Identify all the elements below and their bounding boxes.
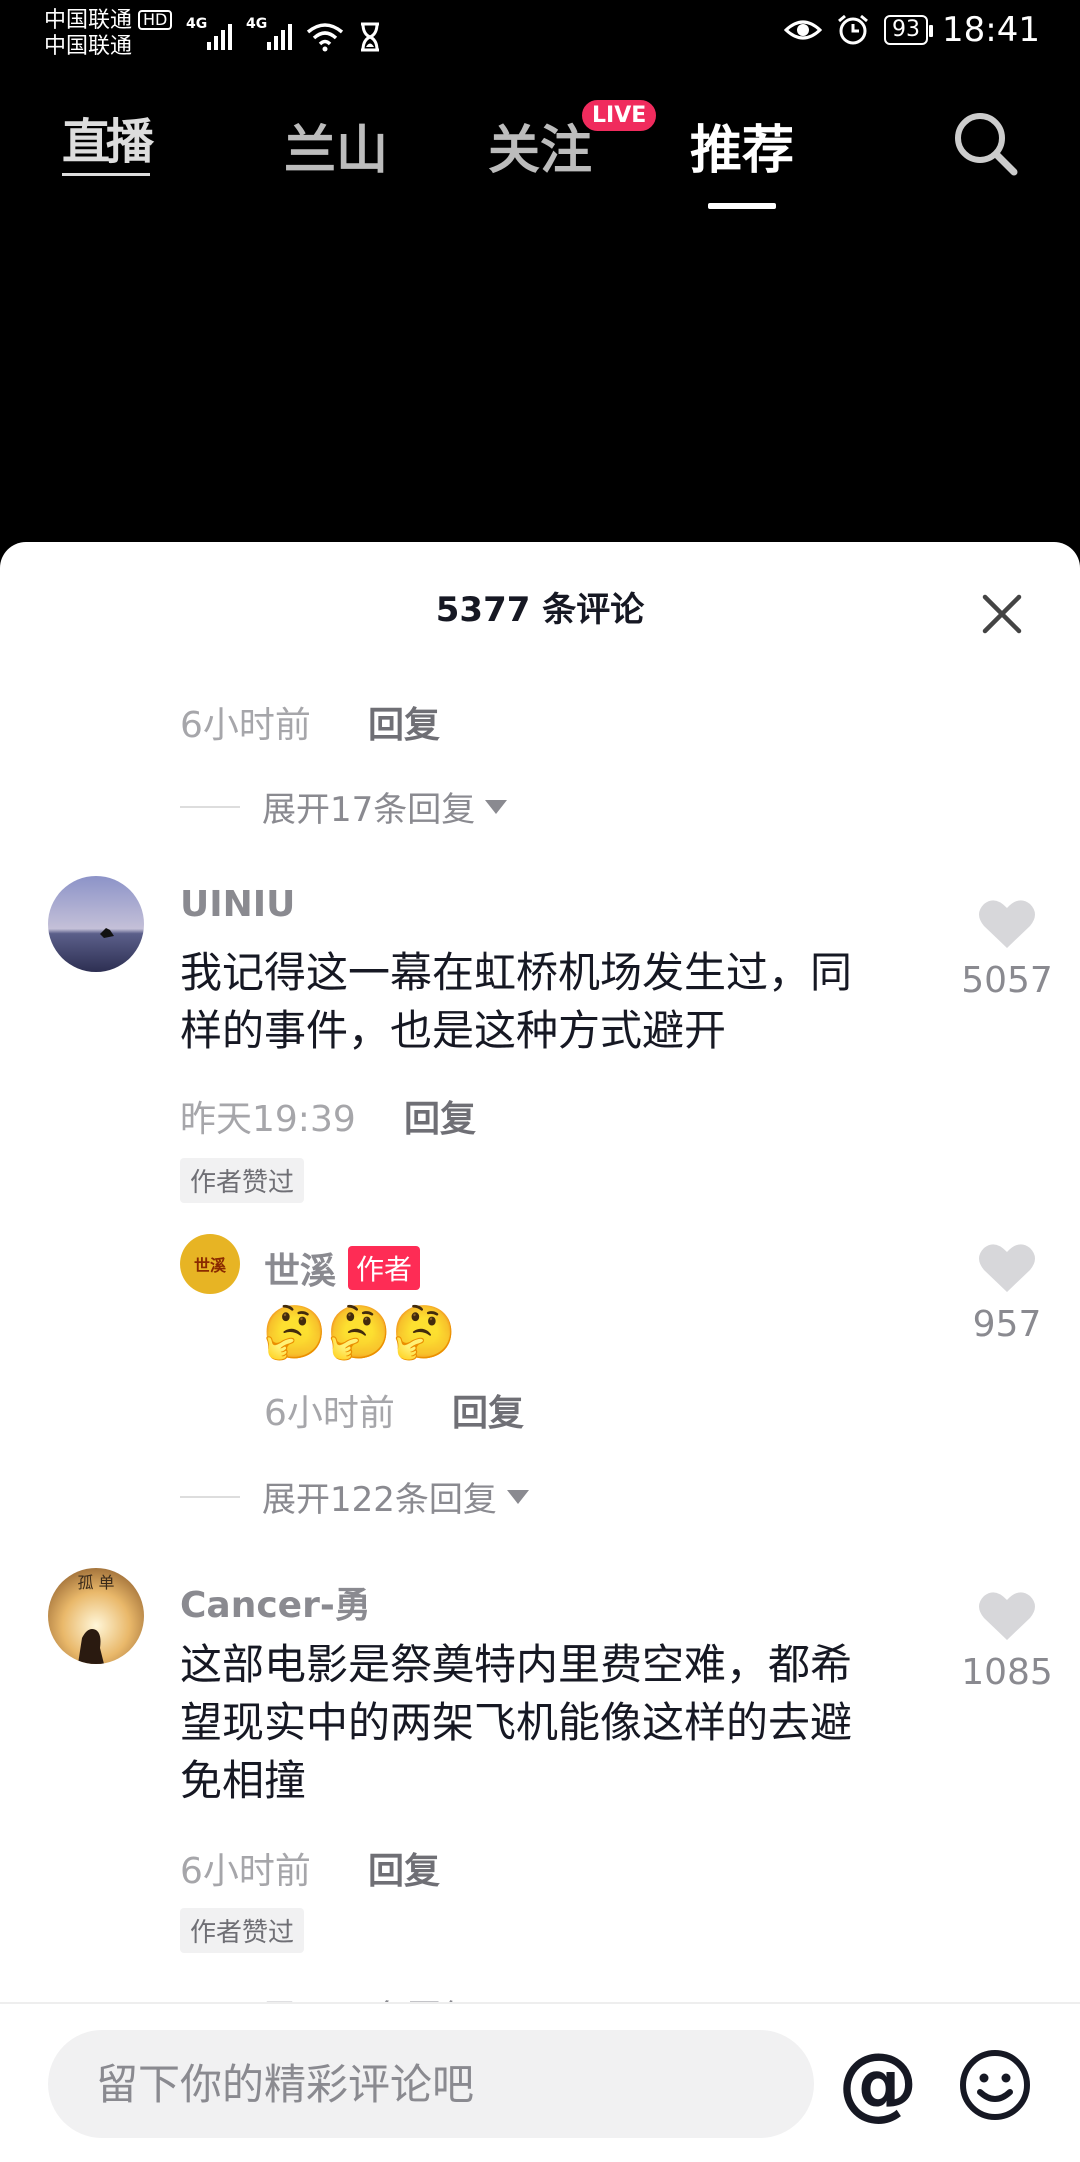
expand-replies-label: 展开122条回复: [262, 1480, 497, 1520]
expand-replies-button[interactable]: 展开122条回复: [180, 1472, 529, 1521]
carrier-2: 中国联通: [44, 34, 133, 59]
tab-recommend[interactable]: 推荐: [690, 108, 794, 209]
like-button[interactable]: 957: [942, 1242, 1072, 1345]
carrier-1: 中国联通: [44, 8, 133, 33]
like-count: 1085: [961, 1652, 1053, 1693]
tab-following[interactable]: 关注: [488, 108, 592, 183]
status-right: 93 18:41: [784, 10, 1040, 50]
triangle-down-icon: [506, 1489, 529, 1504]
like-count: 5057: [961, 960, 1053, 1001]
triangle-down-icon: [485, 799, 508, 814]
author-tag: 作者: [348, 1246, 421, 1290]
alarm-icon: [838, 14, 868, 45]
comment-time: 6小时前: [180, 1851, 311, 1892]
signal-group: 4G 4G: [186, 16, 382, 52]
comment-input[interactable]: [48, 2030, 814, 2138]
author-liked-tag: 作者赞过: [180, 1158, 305, 1203]
avatar[interactable]: 世溪: [180, 1234, 240, 1294]
network-type-2: 4G: [246, 16, 268, 32]
heart-icon: [979, 1592, 1035, 1640]
eye-icon: [784, 20, 823, 40]
carrier-info: 中国联通 HD 中国联通: [44, 8, 173, 60]
emoji-icon[interactable]: [958, 2048, 1032, 2122]
hd-badge: HD: [138, 10, 173, 30]
comment-input-bar: @: [0, 2002, 1080, 2162]
comment-username[interactable]: UINIU: [180, 884, 295, 925]
like-count: 957: [972, 1304, 1042, 1345]
status-bar: 中国联通 HD 中国联通 4G 4G 93 18:41: [0, 0, 1080, 70]
signal-icon: 4G: [246, 16, 292, 52]
reply-button[interactable]: 回复: [452, 1384, 524, 1436]
avatar[interactable]: [48, 876, 144, 972]
tab-lanshan[interactable]: 兰山: [284, 108, 388, 183]
at-mention-icon[interactable]: @: [838, 2038, 918, 2128]
signal-icon: 4G: [186, 16, 232, 52]
comment-time: 昨天19:39: [180, 1099, 356, 1140]
live-badge: LIVE: [580, 98, 659, 133]
comments-sheet: 5377 条评论 6小时前 回复 展开17条回复 UINIU 我记得这一幕在虹桥…: [0, 542, 1080, 2160]
search-icon[interactable]: [952, 110, 1018, 176]
battery-indicator: 93: [884, 15, 934, 45]
heart-icon: [979, 1244, 1035, 1292]
reply-button[interactable]: 回复: [404, 1090, 476, 1142]
heart-icon: [979, 900, 1035, 948]
reply-button[interactable]: 回复: [368, 696, 440, 748]
comment-username[interactable]: Cancer-勇: [180, 1576, 371, 1628]
comment-time: 6小时前: [180, 705, 311, 746]
reply-username[interactable]: 世溪 作者: [264, 1242, 421, 1294]
close-icon[interactable]: [982, 594, 1022, 634]
author-liked-tag: 作者赞过: [180, 1908, 305, 1953]
expand-replies-label: 展开17条回复: [262, 790, 476, 830]
svg-text:孤 单: 孤 单: [77, 1573, 114, 1592]
comment-text: 这部电影是祭奠特内里费空难，都希 望现实中的两架飞机能像这样的去避 免相撞: [180, 1640, 853, 1805]
top-nav: 直播 兰山 关注 LIVE 推荐: [0, 90, 1080, 209]
expand-replies-button[interactable]: 展开17条回复: [180, 782, 508, 831]
like-button[interactable]: 1085: [942, 1590, 1072, 1693]
comment-text: 我记得这一幕在虹桥机场发生过，同 样的事件，也是这种方式避开: [180, 948, 853, 1055]
wifi-icon: [306, 23, 344, 52]
comments-count-title: 5377 条评论: [435, 590, 645, 630]
hourglass-icon: [361, 22, 379, 52]
clock: 18:41: [942, 10, 1040, 50]
avatar[interactable]: 孤 单: [48, 1568, 144, 1664]
network-type-1: 4G: [186, 16, 208, 32]
like-button[interactable]: 5057: [942, 898, 1072, 1001]
reply-time: 6小时前: [264, 1393, 395, 1434]
reply-button[interactable]: 回复: [368, 1842, 440, 1894]
live-icon[interactable]: 直播: [62, 102, 154, 176]
reply-emojis: 🤔🤔🤔: [262, 1303, 457, 1363]
